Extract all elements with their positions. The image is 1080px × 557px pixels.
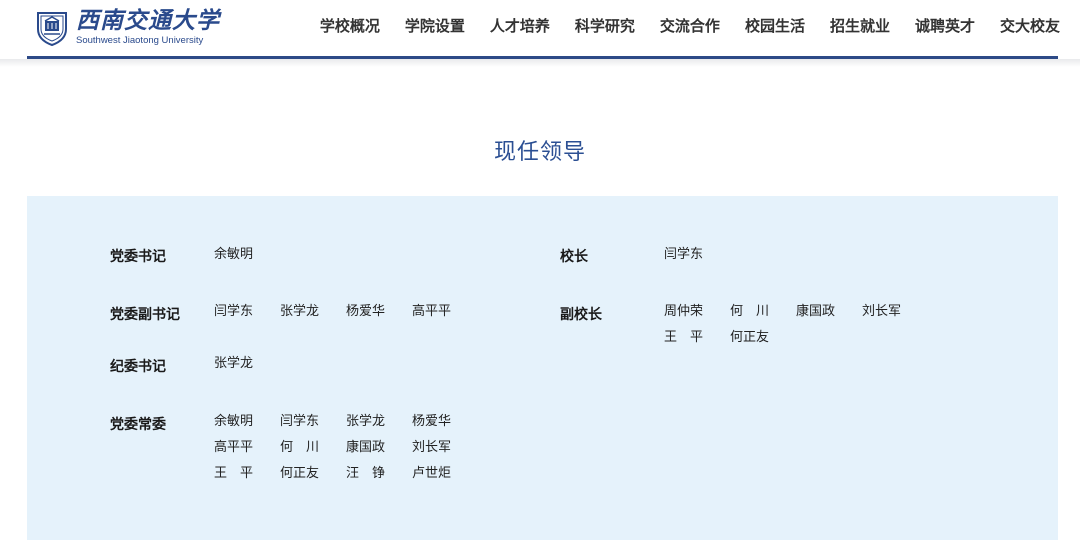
standing-committee-label: 党委常委: [110, 417, 166, 433]
leader-name[interactable]: 周仲荣: [664, 303, 730, 321]
university-seal-icon: [37, 12, 67, 47]
logo-english-name: Southwest Jiaotong University: [76, 35, 204, 46]
discipline-secretary-names: 张学龙: [214, 355, 478, 373]
leader-name[interactable]: 王 平: [664, 329, 730, 347]
nav-item-careers[interactable]: 诚聘英才: [890, 16, 975, 36]
leader-name[interactable]: 杨爱华: [412, 413, 478, 431]
university-logo[interactable]: 西南交通大学 Southwest Jiaotong University: [32, 6, 220, 48]
leader-name[interactable]: 何 川: [730, 303, 796, 321]
leader-name[interactable]: 高平平: [214, 439, 280, 457]
nav-item-about[interactable]: 学校概况: [320, 16, 380, 36]
leader-name[interactable]: 刘长军: [412, 439, 478, 457]
party-secretary-label: 党委书记: [110, 249, 166, 265]
leader-name[interactable]: 闫学东: [280, 413, 346, 431]
site-header: 西南交通大学 Southwest Jiaotong University 学校概…: [0, 0, 1080, 58]
nav-item-research[interactable]: 科学研究: [550, 16, 635, 36]
leader-name[interactable]: 卢世炬: [412, 465, 478, 483]
leader-name[interactable]: 杨爱华: [346, 303, 412, 321]
leader-name[interactable]: 王 平: [214, 465, 280, 483]
leader-name[interactable]: 闫学东: [214, 303, 280, 321]
vice-president-names: 周仲荣 何 川 康国政 刘长军 王 平 何正友: [664, 303, 928, 347]
header-shadow: [0, 59, 1080, 67]
nav-item-campus-life[interactable]: 校园生活: [720, 16, 805, 36]
main-navigation: 学校概况 学院设置 人才培养 科学研究 交流合作 校园生活 招生就业 诚聘英才 …: [320, 16, 1060, 36]
leader-name[interactable]: 刘长军: [862, 303, 928, 321]
leader-name[interactable]: 康国政: [796, 303, 862, 321]
nav-item-cooperation[interactable]: 交流合作: [635, 16, 720, 36]
logo-chinese-name: 西南交通大学: [76, 7, 220, 34]
leader-name[interactable]: 张学龙: [214, 355, 280, 373]
president-label: 校长: [560, 249, 588, 265]
party-secretary-names: 余敏明: [214, 246, 478, 264]
nav-item-schools[interactable]: 学院设置: [380, 16, 465, 36]
leader-name[interactable]: 余敏明: [214, 413, 280, 431]
leader-name[interactable]: 汪 铮: [346, 465, 412, 483]
leader-name[interactable]: 闫学东: [664, 246, 730, 264]
leader-name[interactable]: 何正友: [730, 329, 796, 347]
leader-name[interactable]: 高平平: [412, 303, 478, 321]
leader-name[interactable]: 张学龙: [280, 303, 346, 321]
leader-name[interactable]: 康国政: [346, 439, 412, 457]
discipline-secretary-label: 纪委书记: [110, 359, 166, 375]
nav-item-education[interactable]: 人才培养: [465, 16, 550, 36]
president-names: 闫学东: [664, 246, 928, 264]
leadership-panel: 党委书记 余敏明 党委副书记 闫学东 张学龙 杨爱华 高平平 纪委书记 张学龙 …: [27, 196, 1058, 540]
standing-committee-names: 余敏明 闫学东 张学龙 杨爱华 高平平 何 川 康国政 刘长军 王 平 何正友 …: [214, 413, 478, 483]
deputy-party-secretary-label: 党委副书记: [110, 307, 180, 323]
deputy-party-secretary-names: 闫学东 张学龙 杨爱华 高平平: [214, 303, 478, 321]
leader-name[interactable]: 何正友: [280, 465, 346, 483]
leader-name[interactable]: 张学龙: [346, 413, 412, 431]
page-title: 现任领导: [493, 140, 586, 165]
leader-name[interactable]: 何 川: [280, 439, 346, 457]
leader-name[interactable]: 余敏明: [214, 246, 280, 264]
nav-item-admissions[interactable]: 招生就业: [805, 16, 890, 36]
nav-item-alumni[interactable]: 交大校友: [975, 16, 1060, 36]
vice-president-label: 副校长: [560, 307, 602, 323]
